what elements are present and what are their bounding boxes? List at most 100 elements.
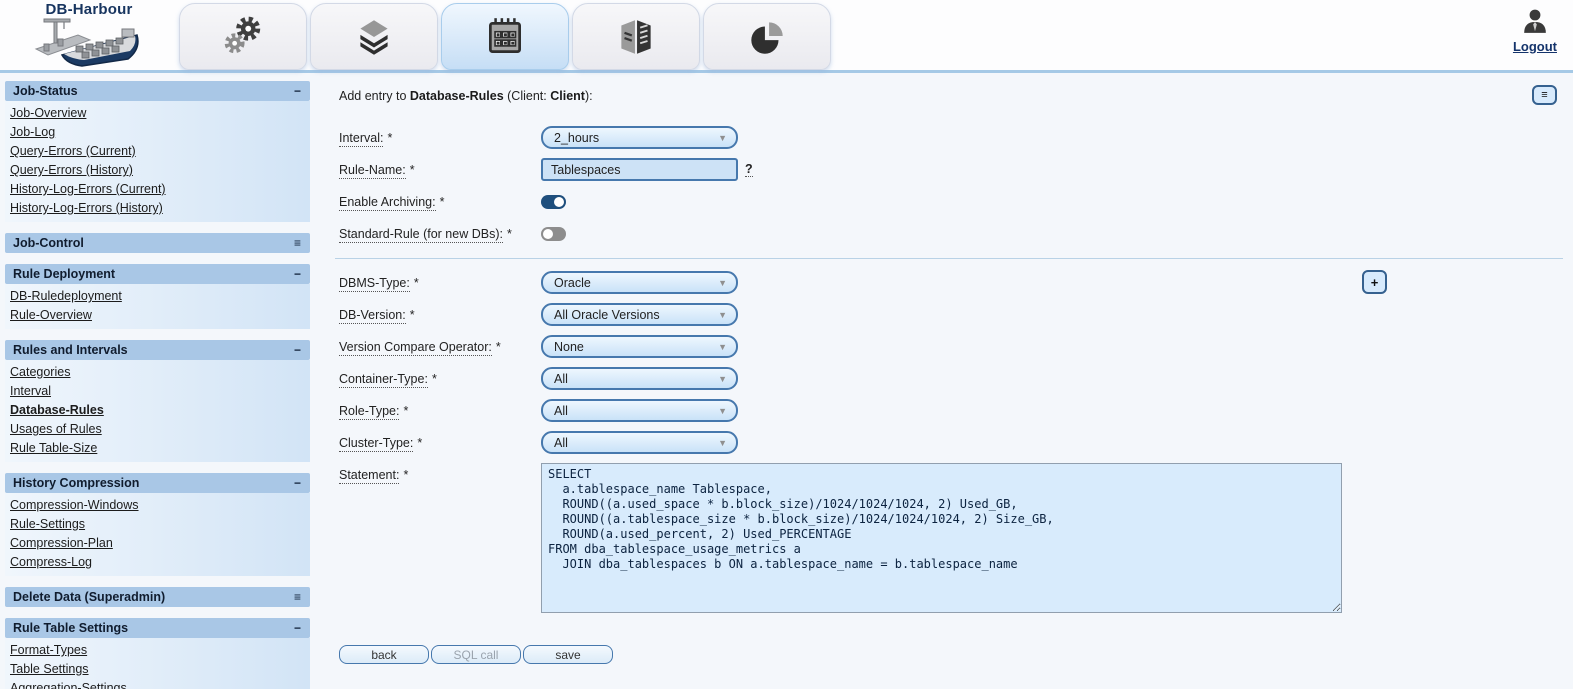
standard-rule-toggle[interactable] bbox=[541, 226, 566, 241]
sidebar-link-history-log-errors-current[interactable]: History-Log-Errors (Current) bbox=[8, 180, 310, 199]
collapse-icon[interactable]: − bbox=[294, 85, 301, 97]
pie-chart-icon bbox=[751, 21, 783, 54]
collapse-icon[interactable]: − bbox=[294, 268, 301, 280]
sidebar-link-compression-plan[interactable]: Compression-Plan bbox=[8, 534, 310, 553]
db-version-row: DB-Version: * All Oracle Versions ▼ bbox=[339, 303, 1567, 326]
form-divider bbox=[335, 258, 1563, 259]
sidebar-link-interval[interactable]: Interval bbox=[8, 382, 310, 401]
chevron-down-icon: ▼ bbox=[718, 309, 727, 320]
dbms-type-select[interactable]: Oracle ▼ bbox=[541, 271, 738, 294]
cluster-type-select[interactable]: All ▼ bbox=[541, 431, 738, 454]
enable-archiving-toggle[interactable] bbox=[541, 194, 566, 209]
db-version-select[interactable]: All Oracle Versions ▼ bbox=[541, 303, 738, 326]
sidebar-link-query-errors-history[interactable]: Query-Errors (History) bbox=[8, 161, 310, 180]
sidebar-section-header[interactable]: Delete Data (Superadmin) ≡ bbox=[5, 587, 310, 607]
role-type-label: Role-Type: * bbox=[339, 403, 409, 420]
header: DB-Harbour Logout bbox=[0, 0, 1573, 73]
expand-icon[interactable]: ≡ bbox=[294, 591, 301, 603]
sidebar-link-job-log[interactable]: Job-Log bbox=[8, 123, 310, 142]
sidebar-link-db-ruledeployment[interactable]: DB-Ruledeployment bbox=[8, 287, 310, 306]
main-content: Add entry to Database-Rules (Client: Cli… bbox=[333, 78, 1567, 664]
sidebar-link-job-overview[interactable]: Job-Overview bbox=[8, 104, 310, 123]
rule-name-help[interactable]: ? bbox=[745, 162, 753, 177]
sidebar-section-header[interactable]: History Compression − bbox=[5, 473, 310, 493]
version-compare-operator-label: Version Compare Operator: * bbox=[339, 339, 501, 356]
sidebar-section-header[interactable]: Rule Table Settings − bbox=[5, 618, 310, 638]
chevron-down-icon: ▼ bbox=[718, 132, 727, 143]
sidebar-link-categories[interactable]: Categories bbox=[8, 363, 310, 382]
version-compare-operator-value: None bbox=[554, 339, 584, 354]
sidebar-section: Rules and Intervals − Categories Interval Da… bbox=[5, 340, 310, 462]
interval-row: Interval: * 2_hours ▼ bbox=[339, 126, 1567, 149]
user-icon bbox=[1524, 9, 1546, 33]
sidebar-section-body: Format-Types Table Settings Aggregation-Se… bbox=[5, 638, 310, 689]
enable-archiving-row: Enable Archiving: * bbox=[339, 190, 1567, 213]
report-icon bbox=[621, 19, 651, 54]
role-type-select[interactable]: All ▼ bbox=[541, 399, 738, 422]
sidebar-section-header[interactable]: Job-Status − bbox=[5, 81, 310, 101]
options-menu-button[interactable]: ≡ bbox=[1532, 85, 1557, 105]
sidebar-section-header[interactable]: Rule Deployment − bbox=[5, 264, 310, 284]
sidebar: Job-Status − Job-Overview Job-Log Query-Erro… bbox=[5, 81, 310, 689]
sidebar-section: Job-Status − Job-Overview Job-Log Query-Erro… bbox=[5, 81, 310, 222]
main-tabs bbox=[179, 3, 831, 70]
rule-form: Interval:* 2_hours ▼ Rule-Name:* ? Enabl… bbox=[335, 126, 1567, 664]
rule-name-row: Rule-Name:* ? bbox=[339, 158, 1567, 181]
sidebar-section-title: Job-Status bbox=[13, 84, 78, 98]
sidebar-link-usages-of-rules[interactable]: Usages of Rules bbox=[8, 420, 310, 439]
sidebar-section: Rule Table Settings − Format-Types Table Se… bbox=[5, 618, 310, 689]
cluster-type-row: Cluster-Type: * All ▼ bbox=[339, 431, 1567, 454]
sidebar-link-format-types[interactable]: Format-Types bbox=[8, 641, 310, 660]
logout-link[interactable]: Logout bbox=[1513, 39, 1557, 54]
sidebar-link-rule-table-size[interactable]: Rule Table-Size bbox=[8, 439, 310, 458]
sidebar-link-query-errors-current[interactable]: Query-Errors (Current) bbox=[8, 142, 310, 161]
statement-label: Statement: * bbox=[339, 468, 409, 484]
sidebar-link-compress-log[interactable]: Compress-Log bbox=[8, 553, 310, 572]
standard-rule-row: Standard-Rule (for new DBs): * bbox=[339, 222, 1567, 245]
sidebar-section-header[interactable]: Job-Control ≡ bbox=[5, 233, 310, 253]
tab-calendar[interactable] bbox=[441, 3, 569, 70]
expand-icon[interactable]: ≡ bbox=[294, 237, 301, 249]
sidebar-link-history-log-errors-history[interactable]: History-Log-Errors (History) bbox=[8, 199, 310, 218]
dbms-type-value: Oracle bbox=[554, 275, 591, 290]
add-rule-block-button[interactable]: + bbox=[1362, 270, 1387, 294]
collapse-icon[interactable]: − bbox=[294, 622, 301, 634]
tab-gears[interactable] bbox=[179, 3, 307, 70]
sidebar-link-database-rules[interactable]: Database-Rules bbox=[8, 401, 310, 420]
rule-name-input[interactable] bbox=[541, 158, 738, 181]
sidebar-section-title: Rule Table Settings bbox=[13, 621, 129, 635]
interval-select[interactable]: 2_hours ▼ bbox=[541, 126, 738, 149]
tab-report[interactable] bbox=[572, 3, 700, 70]
chevron-down-icon: ▼ bbox=[718, 277, 727, 288]
rule-name-label: Rule-Name: * bbox=[339, 162, 415, 179]
back-button[interactable]: back bbox=[339, 645, 429, 664]
sidebar-section-title: Rules and Intervals bbox=[13, 343, 128, 357]
sql-call-button[interactable]: SQL call bbox=[431, 645, 521, 664]
form-actions: back SQL call save bbox=[339, 645, 1567, 664]
statement-textarea[interactable]: SELECT a.tablespace_name Tablespace, ROU… bbox=[541, 463, 1342, 613]
statement-row: Statement: * SELECT a.tablespace_name Tab… bbox=[339, 463, 1567, 613]
collapse-icon[interactable]: − bbox=[294, 344, 301, 356]
collapse-icon[interactable]: − bbox=[294, 477, 301, 489]
tab-pie-chart[interactable] bbox=[703, 3, 831, 70]
version-compare-operator-row: Version Compare Operator: * None ▼ bbox=[339, 335, 1567, 358]
sidebar-section-title: History Compression bbox=[13, 476, 140, 490]
cluster-type-value: All bbox=[554, 435, 568, 450]
version-compare-operator-select[interactable]: None ▼ bbox=[541, 335, 738, 358]
sidebar-section-body: DB-Ruledeployment Rule-Overview bbox=[5, 284, 310, 329]
container-type-label: Container-Type: * bbox=[339, 371, 437, 388]
save-button[interactable]: save bbox=[523, 645, 613, 664]
sidebar-link-rule-settings[interactable]: Rule-Settings bbox=[8, 515, 310, 534]
tab-layers[interactable] bbox=[310, 3, 438, 70]
sidebar-section-header[interactable]: Rules and Intervals − bbox=[5, 340, 310, 360]
toggle-knob bbox=[554, 196, 564, 207]
container-type-select[interactable]: All ▼ bbox=[541, 367, 738, 390]
ship-logo-icon bbox=[34, 18, 139, 67]
sidebar-link-table-settings[interactable]: Table Settings bbox=[8, 660, 310, 679]
sidebar-link-compression-windows[interactable]: Compression-Windows bbox=[8, 496, 310, 515]
sidebar-section: History Compression − Compression-Windows R… bbox=[5, 473, 310, 576]
sidebar-section-body: Job-Overview Job-Log Query-Errors (Current… bbox=[5, 101, 310, 222]
sidebar-link-rule-overview[interactable]: Rule-Overview bbox=[8, 306, 310, 325]
sidebar-link-aggregation-settings[interactable]: Aggregation-Settings bbox=[8, 679, 310, 689]
container-type-row: Container-Type: * All ▼ bbox=[339, 367, 1567, 390]
